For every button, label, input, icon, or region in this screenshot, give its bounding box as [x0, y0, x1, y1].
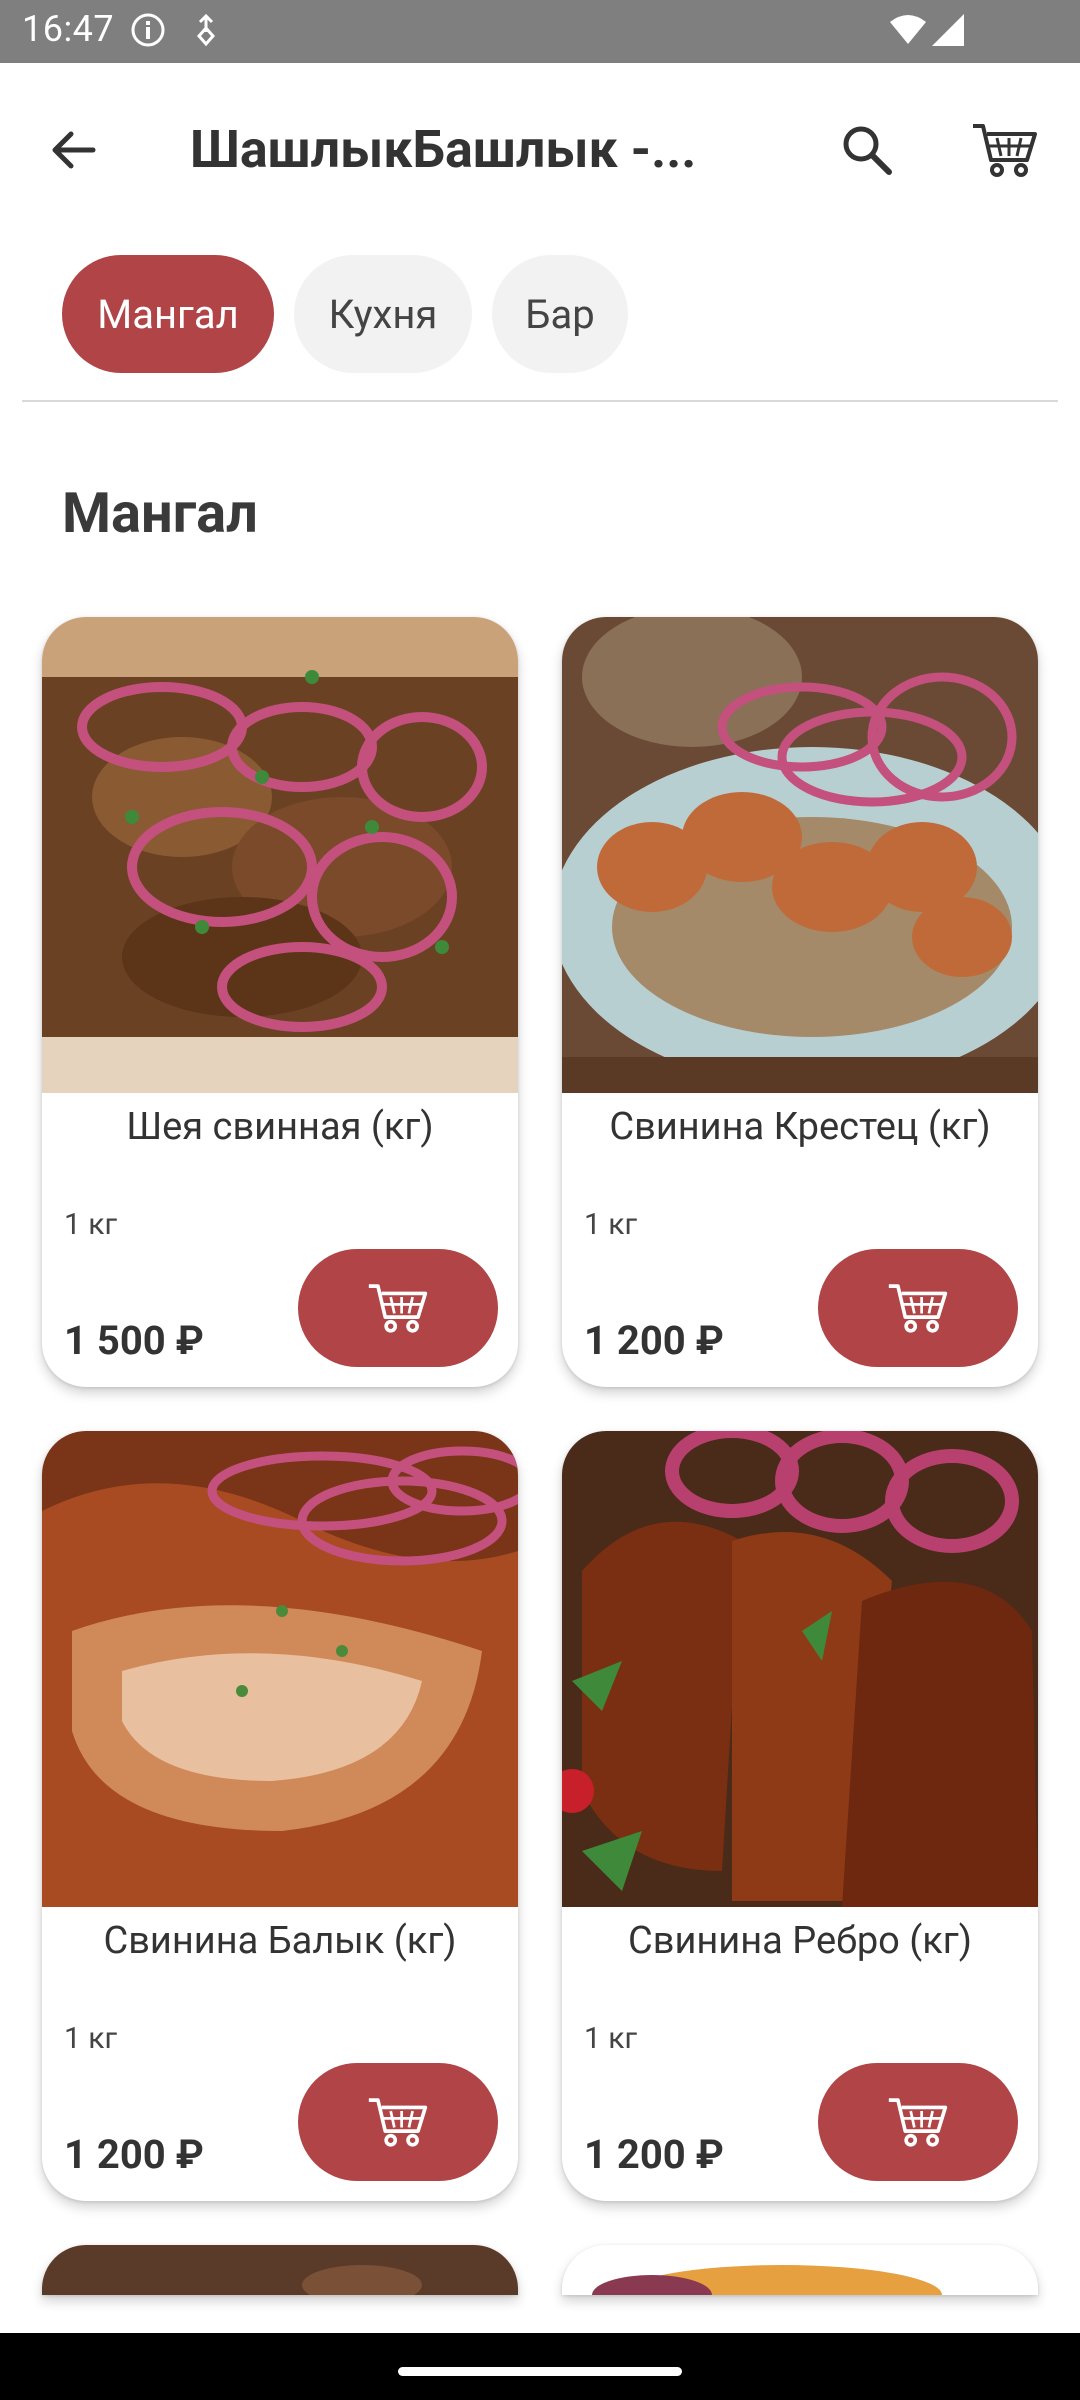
product-card[interactable] [562, 2245, 1038, 2295]
section-title: Мангал [62, 480, 258, 546]
page-title: ШашлыкБашлык -... [190, 119, 697, 180]
product-weight: 1 кг [64, 2021, 118, 2056]
search-button[interactable] [822, 105, 912, 195]
product-weight: 1 кг [64, 1207, 118, 1242]
divider [22, 400, 1058, 402]
add-to-cart-button[interactable] [298, 2063, 498, 2181]
cart-button[interactable] [960, 105, 1050, 195]
wifi-icon [890, 15, 926, 44]
add-to-cart-button[interactable] [818, 2063, 1018, 2181]
system-navigation-bar [0, 2333, 1080, 2400]
product-weight: 1 кг [584, 2021, 638, 2056]
shopping-cart-icon [368, 2098, 428, 2147]
signal-icon [932, 14, 964, 46]
info-icon [131, 13, 165, 47]
product-name: Шея свинная (кг) [126, 1105, 434, 1149]
product-image [42, 2245, 518, 2295]
shopping-cart-icon [973, 124, 1037, 177]
product-price: 1 500 ₽ [64, 1317, 204, 1364]
shopping-cart-icon [888, 2098, 948, 2147]
product-image [562, 1431, 1038, 1907]
status-bar: 16:47 [0, 0, 1080, 63]
add-to-cart-button[interactable] [818, 1249, 1018, 1367]
product-image [562, 2245, 1038, 2295]
product-card[interactable]: Свинина Балык (кг) 1 кг 1 200 ₽ [42, 1431, 518, 2201]
product-card[interactable] [42, 2245, 518, 2295]
category-tabs: Мангал Кухня Бар [62, 255, 628, 373]
product-card[interactable]: Свинина Ребро (кг) 1 кг 1 200 ₽ [562, 1431, 1038, 2201]
product-price: 1 200 ₽ [64, 2131, 204, 2178]
product-name: Свинина Ребро (кг) [627, 1919, 972, 1963]
product-image [42, 617, 518, 1093]
data-saver-icon [197, 13, 215, 47]
status-time: 16:47 [22, 8, 115, 50]
add-to-cart-button[interactable] [298, 1249, 498, 1367]
arrow-back-icon [52, 131, 96, 169]
product-card[interactable]: Свинина Крестец (кг) 1 кг 1 200 ₽ [562, 617, 1038, 1387]
product-name: Свинина Крестец (кг) [609, 1105, 991, 1149]
tab-kitchen[interactable]: Кухня [294, 255, 472, 373]
product-price: 1 200 ₽ [584, 1317, 724, 1364]
product-price: 1 200 ₽ [584, 2131, 724, 2178]
search-icon [843, 126, 892, 175]
shopping-cart-icon [368, 1284, 428, 1333]
tab-bar[interactable]: Бар [492, 255, 628, 373]
home-gesture-handle[interactable] [398, 2367, 682, 2376]
product-image [562, 617, 1038, 1093]
product-card[interactable]: Шея свинная (кг) 1 кг 1 500 ₽ [42, 617, 518, 1387]
product-name: Свинина Балык (кг) [103, 1919, 457, 1963]
product-image [42, 1431, 518, 1907]
tab-mangal[interactable]: Мангал [62, 255, 274, 373]
product-weight: 1 кг [584, 1207, 638, 1242]
back-button[interactable] [28, 105, 118, 195]
shopping-cart-icon [888, 1284, 948, 1333]
app-bar: ШашлыкБашлык -... [0, 63, 1080, 213]
